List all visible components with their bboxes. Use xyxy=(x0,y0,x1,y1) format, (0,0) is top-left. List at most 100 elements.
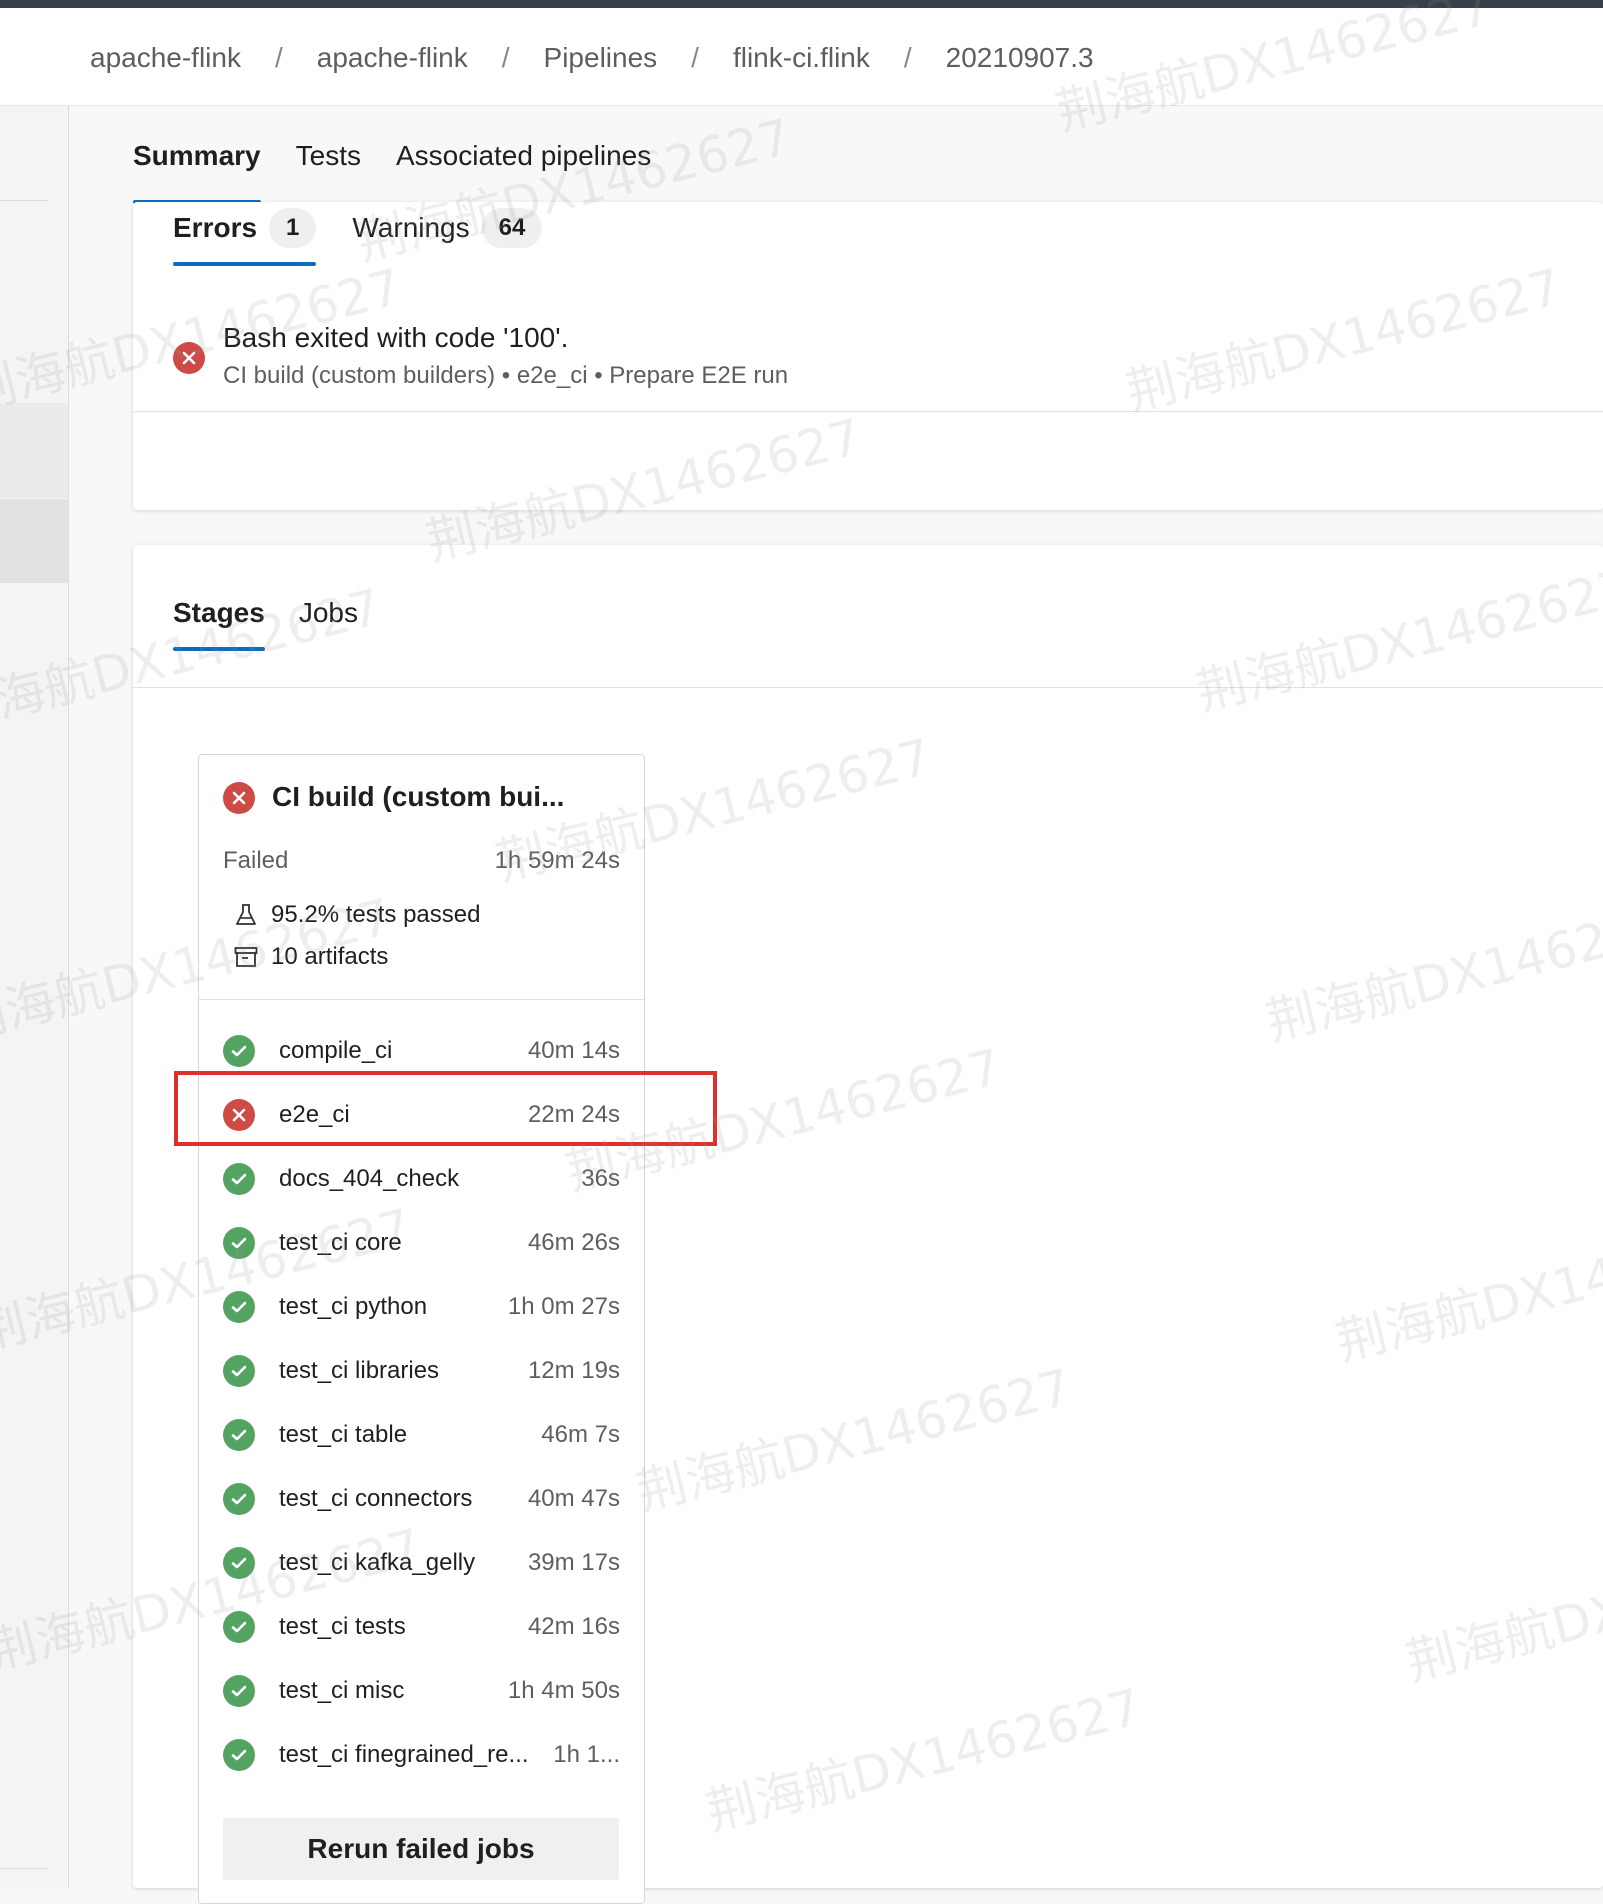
breadcrumb-pipelines[interactable]: Pipelines xyxy=(544,42,658,74)
job-row[interactable]: test_ci finegrained_re... 1h 1... xyxy=(199,1723,644,1787)
rail-item-selected[interactable] xyxy=(0,499,68,583)
job-duration: 12m 19s xyxy=(527,1357,620,1384)
job-row[interactable]: test_ci python 1h 0m 27s xyxy=(199,1275,644,1339)
tab-associated-pipelines[interactable]: Associated pipelines xyxy=(396,140,651,202)
tab-warnings[interactable]: Warnings 64 xyxy=(352,208,543,264)
errors-count-badge: 1 xyxy=(269,208,317,248)
tab-jobs[interactable]: Jobs xyxy=(299,597,358,649)
job-row[interactable]: test_ci connectors 40m 47s xyxy=(199,1467,644,1531)
check-circle-icon xyxy=(223,1227,255,1259)
job-duration: 42m 16s xyxy=(527,1613,620,1640)
check-circle-icon xyxy=(223,1355,255,1387)
divider xyxy=(133,411,1603,412)
job-duration: 46m 26s xyxy=(527,1229,620,1256)
tab-tests[interactable]: Tests xyxy=(296,140,361,202)
job-row[interactable]: test_ci tests 42m 16s xyxy=(199,1595,644,1659)
check-circle-icon xyxy=(223,1035,255,1067)
rail-item[interactable] xyxy=(0,403,68,498)
job-row[interactable]: test_ci kafka_gelly 39m 17s xyxy=(199,1531,644,1595)
stage-tabs: Stages Jobs xyxy=(173,597,392,651)
x-circle-icon xyxy=(223,782,255,814)
job-name: test_ci table xyxy=(279,1421,408,1448)
job-duration: 22m 24s xyxy=(527,1101,620,1128)
job-row[interactable]: docs_404_check 36s xyxy=(199,1147,644,1211)
job-duration: 46m 7s xyxy=(541,1421,620,1448)
tab-warnings-label: Warnings xyxy=(352,212,470,243)
breadcrumb-separator: / xyxy=(691,42,699,73)
job-duration: 1h 1... xyxy=(553,1741,620,1768)
stage-card: CI build (custom bui... Failed 1h 59m 24… xyxy=(198,754,645,1904)
breadcrumb-org[interactable]: apache-flink xyxy=(90,42,241,74)
archive-icon xyxy=(233,944,259,970)
job-name: test_ci tests xyxy=(279,1613,406,1640)
stage-status: Failed xyxy=(223,847,289,874)
divider xyxy=(133,687,1603,688)
stage-title: CI build (custom bui... xyxy=(272,781,565,812)
stage-duration: 1h 59m 24s xyxy=(494,847,620,874)
stages-card: Stages Jobs CI build (custom bui... Fail… xyxy=(133,545,1603,1904)
job-name: test_ci libraries xyxy=(279,1357,440,1384)
flask-icon xyxy=(233,902,259,928)
header: apache-flink / apache-flink / Pipelines … xyxy=(0,8,1603,106)
check-circle-icon xyxy=(223,1675,255,1707)
job-duration: 1h 0m 27s xyxy=(507,1293,620,1320)
artifacts-text: 10 artifacts xyxy=(271,943,389,970)
job-duration: 36s xyxy=(581,1165,620,1192)
issues-card: Errors 1 Warnings 64 Bash exited with co… xyxy=(133,202,1603,510)
tests-passed-text: 95.2% tests passed xyxy=(271,901,481,928)
job-name: test_ci finegrained_re... xyxy=(279,1741,529,1768)
left-rail xyxy=(0,106,69,1888)
breadcrumb-pipeline[interactable]: flink-ci.flink xyxy=(733,42,870,74)
job-row[interactable]: compile_ci 40m 14s xyxy=(199,1019,644,1083)
error-subtitle: CI build (custom builders) • e2e_ci • Pr… xyxy=(223,362,789,389)
check-circle-icon xyxy=(223,1739,255,1771)
job-row[interactable]: test_ci misc 1h 4m 50s xyxy=(199,1659,644,1723)
job-duration: 39m 17s xyxy=(527,1549,620,1576)
breadcrumb-separator: / xyxy=(903,42,912,73)
breadcrumb-project[interactable]: apache-flink xyxy=(317,42,468,74)
rerun-failed-jobs-button[interactable]: Rerun failed jobs xyxy=(223,1818,619,1880)
error-title: Bash exited with code '100'. xyxy=(223,322,569,353)
tests-passed-link[interactable]: 95.2% tests passed xyxy=(233,901,480,929)
breadcrumb-separator: / xyxy=(274,42,283,73)
job-row[interactable]: test_ci table 46m 7s xyxy=(199,1403,644,1467)
job-name: test_ci connectors xyxy=(279,1485,473,1512)
tab-summary[interactable]: Summary xyxy=(133,140,261,204)
stage-header[interactable]: CI build (custom bui... Failed 1h 59m 24… xyxy=(199,755,644,1000)
x-circle-icon xyxy=(173,342,205,374)
job-name: compile_ci xyxy=(279,1037,393,1064)
main-tabs: Summary Tests Associated pipelines xyxy=(133,106,686,204)
tab-errors[interactable]: Errors 1 xyxy=(173,208,317,266)
artifacts-link[interactable]: 10 artifacts xyxy=(233,943,388,971)
job-row[interactable]: test_ci libraries 12m 19s xyxy=(199,1339,644,1403)
job-row[interactable]: test_ci core 46m 26s xyxy=(199,1211,644,1275)
job-duration: 1h 4m 50s xyxy=(507,1677,620,1704)
job-name: test_ci kafka_gelly xyxy=(279,1549,476,1576)
rail-divider xyxy=(0,1868,48,1869)
job-duration: 40m 14s xyxy=(527,1037,620,1064)
check-circle-icon xyxy=(223,1547,255,1579)
job-duration: 40m 47s xyxy=(527,1485,620,1512)
tab-stages[interactable]: Stages xyxy=(173,597,265,651)
warnings-count-badge: 64 xyxy=(481,208,543,248)
check-circle-icon xyxy=(223,1483,255,1515)
job-name: test_ci misc xyxy=(279,1677,405,1704)
job-name: docs_404_check xyxy=(279,1165,460,1192)
job-name: test_ci python xyxy=(279,1293,428,1320)
issue-tabs: Errors 1 Warnings 64 xyxy=(173,208,578,266)
x-circle-icon xyxy=(223,1099,255,1131)
top-border xyxy=(0,0,1603,8)
tab-errors-label: Errors xyxy=(173,212,258,243)
check-circle-icon xyxy=(223,1611,255,1643)
rail-divider xyxy=(0,200,48,201)
job-row[interactable]: e2e_ci 22m 24s xyxy=(199,1083,644,1147)
breadcrumb-run[interactable]: 20210907.3 xyxy=(946,42,1094,74)
check-circle-icon xyxy=(223,1419,255,1451)
breadcrumb-separator: / xyxy=(501,42,510,73)
check-circle-icon xyxy=(223,1291,255,1323)
job-name: test_ci core xyxy=(279,1229,402,1256)
error-item[interactable]: Bash exited with code '100'. CI build (c… xyxy=(173,322,1573,402)
check-circle-icon xyxy=(223,1163,255,1195)
breadcrumb: apache-flink / apache-flink / Pipelines … xyxy=(90,42,1094,74)
job-name: e2e_ci xyxy=(279,1101,350,1128)
